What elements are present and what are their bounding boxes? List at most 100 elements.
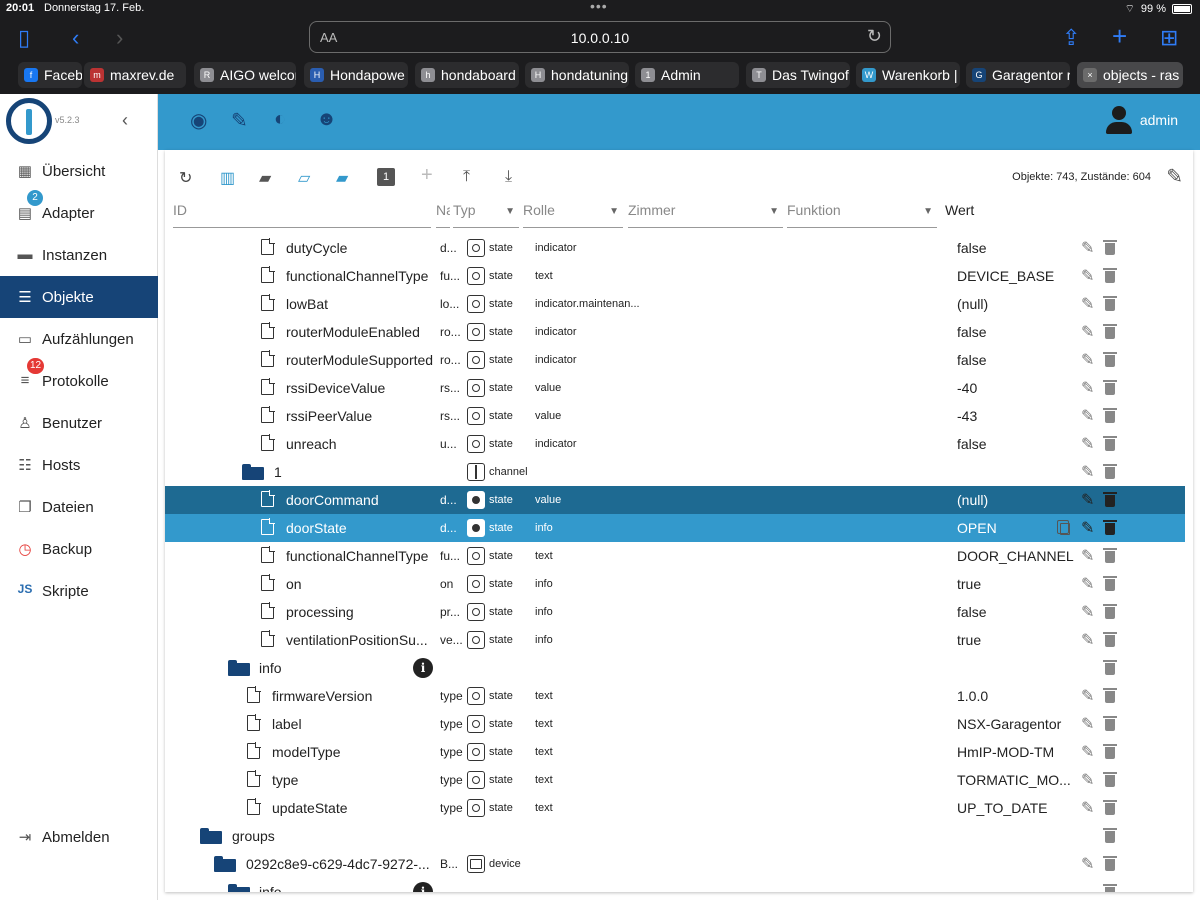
settings-wrench-icon[interactable]: ✎	[1166, 164, 1183, 189]
table-row[interactable]: routerModuleSupported ro... state indicator…	[165, 346, 1185, 374]
browser-tab[interactable]: Hhondatuning	[525, 62, 629, 88]
table-row[interactable]: label type state text NSX-Garagentor ✎	[165, 710, 1185, 738]
edit-icon[interactable]: ✎	[1081, 770, 1094, 790]
theme-toggle-icon[interactable]: ◐	[274, 108, 286, 131]
logout-button[interactable]: ⇥ Abmelden	[0, 816, 158, 858]
address-bar[interactable]: AA 10.0.0.10 ↻	[309, 21, 891, 53]
edit-icon[interactable]: ✎	[1081, 714, 1094, 734]
delete-icon[interactable]	[1103, 520, 1117, 535]
delete-icon[interactable]	[1103, 296, 1117, 311]
edit-icon[interactable]: ✎	[1081, 266, 1094, 286]
folder-open-icon[interactable]	[200, 828, 222, 844]
copy-icon[interactable]	[1057, 520, 1070, 535]
table-row[interactable]: rssiPeerValue rs... state value -43 ✎	[165, 402, 1185, 430]
browser-tab[interactable]: W Warenkorb |	[856, 62, 960, 88]
info-icon[interactable]: i	[413, 882, 433, 892]
browser-tab-active[interactable]: × objects - ras	[1077, 62, 1183, 88]
edit-icon[interactable]: ✎	[1081, 406, 1094, 426]
edit-icon[interactable]: ✎	[1081, 602, 1094, 622]
expert-mode-icon[interactable]: ☻	[316, 108, 337, 131]
delete-icon[interactable]	[1103, 828, 1117, 843]
edit-icon[interactable]: ✎	[1081, 630, 1094, 650]
table-row[interactable]: functionalChannelType fu... state text DEVIC…	[165, 262, 1185, 290]
info-icon[interactable]: i	[413, 658, 433, 678]
table-row[interactable]: updateState type state text UP_TO_DATE ✎	[165, 794, 1185, 822]
table-row[interactable]: firmwareVersion type state text 1.0.0 ✎	[165, 682, 1185, 710]
table-row-hover[interactable]: doorState d... state info OPEN ✎	[165, 514, 1185, 542]
delete-icon[interactable]	[1103, 856, 1117, 871]
edit-icon[interactable]: ✎	[1081, 854, 1094, 874]
folder-open-icon[interactable]	[214, 856, 236, 872]
delete-icon[interactable]	[1103, 324, 1117, 339]
sidebar-item-files[interactable]: ❐ Dateien	[0, 486, 158, 528]
browser-tab[interactable]: h hondaboard	[415, 62, 519, 88]
delete-icon[interactable]	[1103, 380, 1117, 395]
edit-icon[interactable]: ✎	[1081, 238, 1094, 258]
table-row-device[interactable]: 0292c8e9-c629-4dc7-9272-... B... device ✎	[165, 850, 1185, 878]
folder-open-icon[interactable]	[242, 464, 264, 480]
delete-icon[interactable]	[1103, 352, 1117, 367]
delete-icon[interactable]	[1103, 772, 1117, 787]
delete-icon[interactable]	[1103, 408, 1117, 423]
browser-tab[interactable]: 1 Admin	[635, 62, 739, 88]
table-row-folder[interactable]: info i	[165, 878, 1185, 892]
add-icon[interactable]: +	[421, 164, 433, 187]
url-text[interactable]: 10.0.0.10	[310, 30, 890, 46]
edit-icon[interactable]: ✎	[1081, 546, 1094, 566]
table-row[interactable]: functionalChannelType fu... state text DOOR_…	[165, 542, 1185, 570]
edit-icon[interactable]: ✎	[1081, 490, 1094, 510]
new-tab-icon[interactable]: +	[1112, 21, 1127, 52]
expand-level-icon[interactable]: 1	[377, 168, 395, 186]
delete-icon[interactable]	[1103, 744, 1117, 759]
close-tab-icon[interactable]: ×	[1083, 68, 1097, 82]
delete-icon[interactable]	[1103, 436, 1117, 451]
delete-icon[interactable]	[1103, 576, 1117, 591]
edit-icon[interactable]: ✎	[1081, 322, 1094, 342]
edit-icon[interactable]: ✎	[1081, 350, 1094, 370]
refresh-icon[interactable]: ↻	[179, 168, 192, 188]
browser-tab[interactable]: m maxrev.de	[84, 62, 186, 88]
table-row[interactable]: type type state text TORMATIC_MO... ✎	[165, 766, 1185, 794]
folder-icon[interactable]: ▰	[259, 168, 271, 188]
filter-type-select[interactable]: Typ ▼	[453, 202, 519, 228]
delete-icon[interactable]	[1103, 688, 1117, 703]
filter-function-select[interactable]: Funktion ▼	[787, 202, 937, 228]
delete-icon[interactable]	[1103, 240, 1117, 255]
delete-icon[interactable]	[1103, 800, 1117, 815]
sidebar-item-hosts[interactable]: ☷ Hosts	[0, 444, 158, 486]
reload-icon[interactable]: ↻	[867, 26, 882, 47]
edit-icon[interactable]: ✎	[1081, 574, 1094, 594]
browser-tab[interactable]: T Das Twingof	[746, 62, 850, 88]
delete-icon[interactable]	[1103, 660, 1117, 675]
table-row[interactable]: rssiDeviceValue rs... state value -40 ✎	[165, 374, 1185, 402]
filter-id-input[interactable]: ID	[173, 202, 431, 228]
edit-icon[interactable]: ✎	[1081, 686, 1094, 706]
table-row[interactable]: unreach u... state indicator false ✎	[165, 430, 1185, 458]
delete-icon[interactable]	[1103, 604, 1117, 619]
table-row[interactable]: ventilationPositionSu... ve... state info tr…	[165, 626, 1185, 654]
upload-icon[interactable]: ⤒	[463, 168, 470, 186]
edit-icon[interactable]: ✎	[1081, 378, 1094, 398]
folder-open-icon[interactable]	[228, 660, 250, 676]
delete-icon[interactable]	[1103, 492, 1117, 507]
collapse-all-icon[interactable]: ▰	[336, 168, 348, 188]
browser-tab[interactable]: H Hondapowe	[304, 62, 408, 88]
table-row[interactable]: on on state info true ✎	[165, 570, 1185, 598]
table-row-selected[interactable]: doorCommand d... state value (null) ✎	[165, 486, 1185, 514]
iobroker-logo[interactable]	[6, 98, 52, 144]
sidebar-item-enums[interactable]: ▭ Aufzählungen	[0, 318, 158, 360]
wrench-icon[interactable]: ✎	[231, 108, 248, 133]
sidebar-toggle-icon[interactable]: ▯	[18, 25, 30, 51]
download-icon[interactable]: ⤓	[505, 168, 512, 186]
table-row-folder[interactable]: info i	[165, 654, 1185, 682]
sidebar-item-adapter[interactable]: ▤ 2 Adapter	[0, 190, 158, 234]
columns-icon[interactable]: ▥	[220, 168, 235, 188]
back-icon[interactable]: ‹	[72, 25, 79, 51]
delete-icon[interactable]	[1103, 716, 1117, 731]
table-row[interactable]: processing pr... state info false ✎	[165, 598, 1185, 626]
edit-icon[interactable]: ✎	[1081, 294, 1094, 314]
edit-icon[interactable]: ✎	[1081, 518, 1094, 538]
sidebar-item-users[interactable]: ♙ Benutzer	[0, 402, 158, 444]
delete-icon[interactable]	[1103, 884, 1117, 892]
user-menu[interactable]: admin	[1104, 104, 1178, 136]
